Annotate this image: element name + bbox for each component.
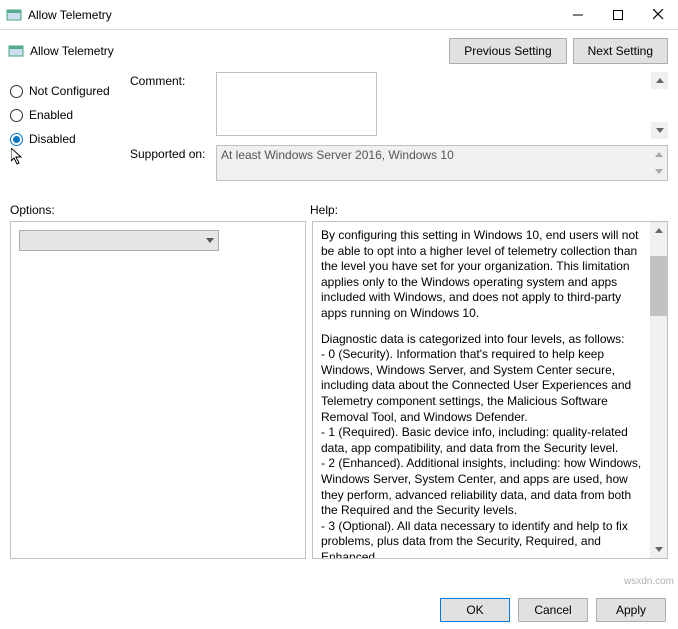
- supported-on-value: At least Windows Server 2016, Windows 10: [216, 145, 668, 181]
- header-row: Allow Telemetry Previous Setting Next Se…: [0, 30, 678, 70]
- policy-icon: [8, 43, 24, 59]
- titlebar: Allow Telemetry: [0, 0, 678, 30]
- apply-button[interactable]: Apply: [596, 598, 666, 622]
- previous-setting-button[interactable]: Previous Setting: [449, 38, 566, 64]
- cancel-button[interactable]: Cancel: [518, 598, 588, 622]
- options-dropdown[interactable]: [19, 230, 219, 251]
- cursor-icon: [11, 148, 25, 169]
- panels-row: By configuring this setting in Windows 1…: [0, 221, 678, 559]
- app-icon: [6, 7, 22, 23]
- help-text: Diagnostic data is categorized into four…: [321, 332, 645, 348]
- options-panel: [10, 221, 306, 559]
- radio-icon: [10, 109, 23, 122]
- next-setting-button[interactable]: Next Setting: [573, 38, 668, 64]
- supported-scrollbar: [650, 146, 667, 180]
- watermark: wsxdn.com: [624, 576, 674, 587]
- panel-labels: Options: Help:: [0, 193, 678, 221]
- help-text: By configuring this setting in Windows 1…: [321, 228, 645, 322]
- radio-label: Disabled: [29, 132, 76, 146]
- comment-input[interactable]: [216, 72, 377, 136]
- help-scrollbar[interactable]: [650, 222, 667, 558]
- scroll-up-icon[interactable]: [651, 72, 668, 89]
- footer: OK Cancel Apply: [0, 591, 678, 629]
- window-title: Allow Telemetry: [28, 8, 558, 22]
- supported-text: At least Windows Server 2016, Windows 10: [221, 148, 454, 162]
- help-panel: By configuring this setting in Windows 1…: [312, 221, 668, 559]
- radio-disabled[interactable]: Disabled: [10, 132, 130, 146]
- scroll-down-icon: [650, 163, 667, 180]
- supported-label: Supported on:: [130, 145, 216, 181]
- comment-scrollbar[interactable]: [651, 72, 668, 139]
- radio-icon: [10, 85, 23, 98]
- scrollbar-thumb[interactable]: [650, 256, 667, 316]
- radio-not-configured[interactable]: Not Configured: [10, 84, 130, 98]
- help-text: - 2 (Enhanced). Additional insights, inc…: [321, 456, 645, 518]
- help-label: Help:: [310, 203, 338, 217]
- ok-button[interactable]: OK: [440, 598, 510, 622]
- options-label: Options:: [10, 203, 310, 217]
- scroll-down-icon[interactable]: [651, 122, 668, 139]
- help-text: - 1 (Required). Basic device info, inclu…: [321, 425, 645, 456]
- radio-label: Not Configured: [29, 84, 110, 98]
- radio-group: Not Configured Enabled Disabled: [10, 72, 130, 187]
- help-text: - 3 (Optional). All data necessary to id…: [321, 519, 645, 559]
- minimize-button[interactable]: [558, 0, 598, 30]
- page-title: Allow Telemetry: [30, 44, 443, 58]
- config-area: Not Configured Enabled Disabled Comment:: [0, 70, 678, 193]
- scroll-down-icon[interactable]: [650, 541, 667, 558]
- scroll-up-icon[interactable]: [650, 222, 667, 239]
- close-button[interactable]: [638, 0, 678, 30]
- radio-label: Enabled: [29, 108, 73, 122]
- radio-icon: [10, 133, 23, 146]
- chevron-down-icon: [206, 238, 214, 243]
- maximize-button[interactable]: [598, 0, 638, 30]
- comment-label: Comment:: [130, 72, 216, 139]
- scroll-up-icon: [650, 146, 667, 163]
- radio-enabled[interactable]: Enabled: [10, 108, 130, 122]
- help-text: - 0 (Security). Information that's requi…: [321, 347, 645, 425]
